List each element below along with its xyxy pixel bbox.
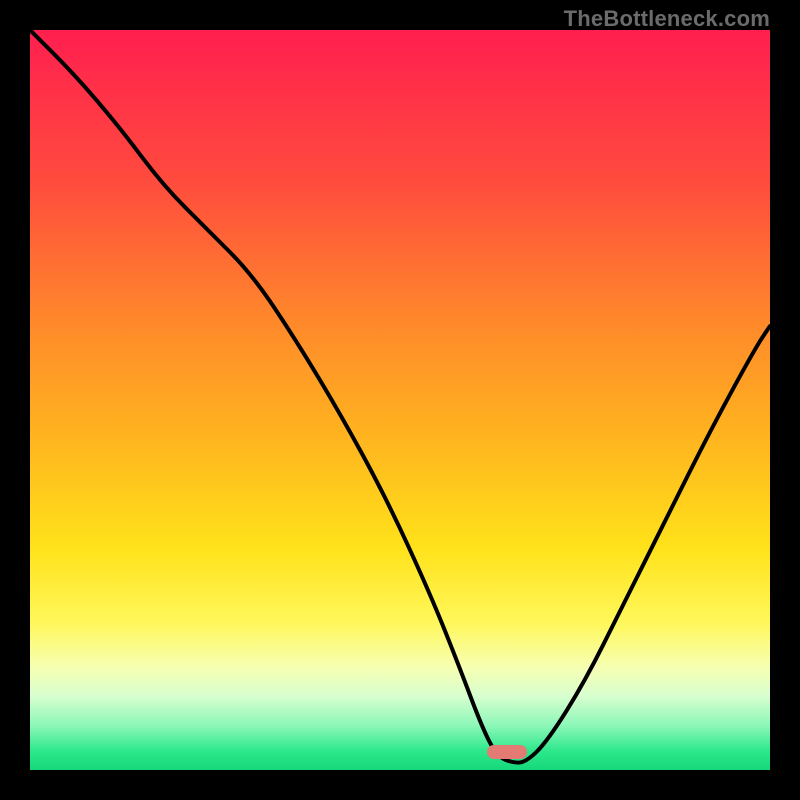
watermark-text: TheBottleneck.com — [564, 6, 770, 32]
plot-area — [30, 30, 770, 770]
optimal-marker — [487, 745, 527, 759]
chart-stage: TheBottleneck.com — [0, 0, 800, 800]
bottleneck-curve — [30, 30, 770, 770]
